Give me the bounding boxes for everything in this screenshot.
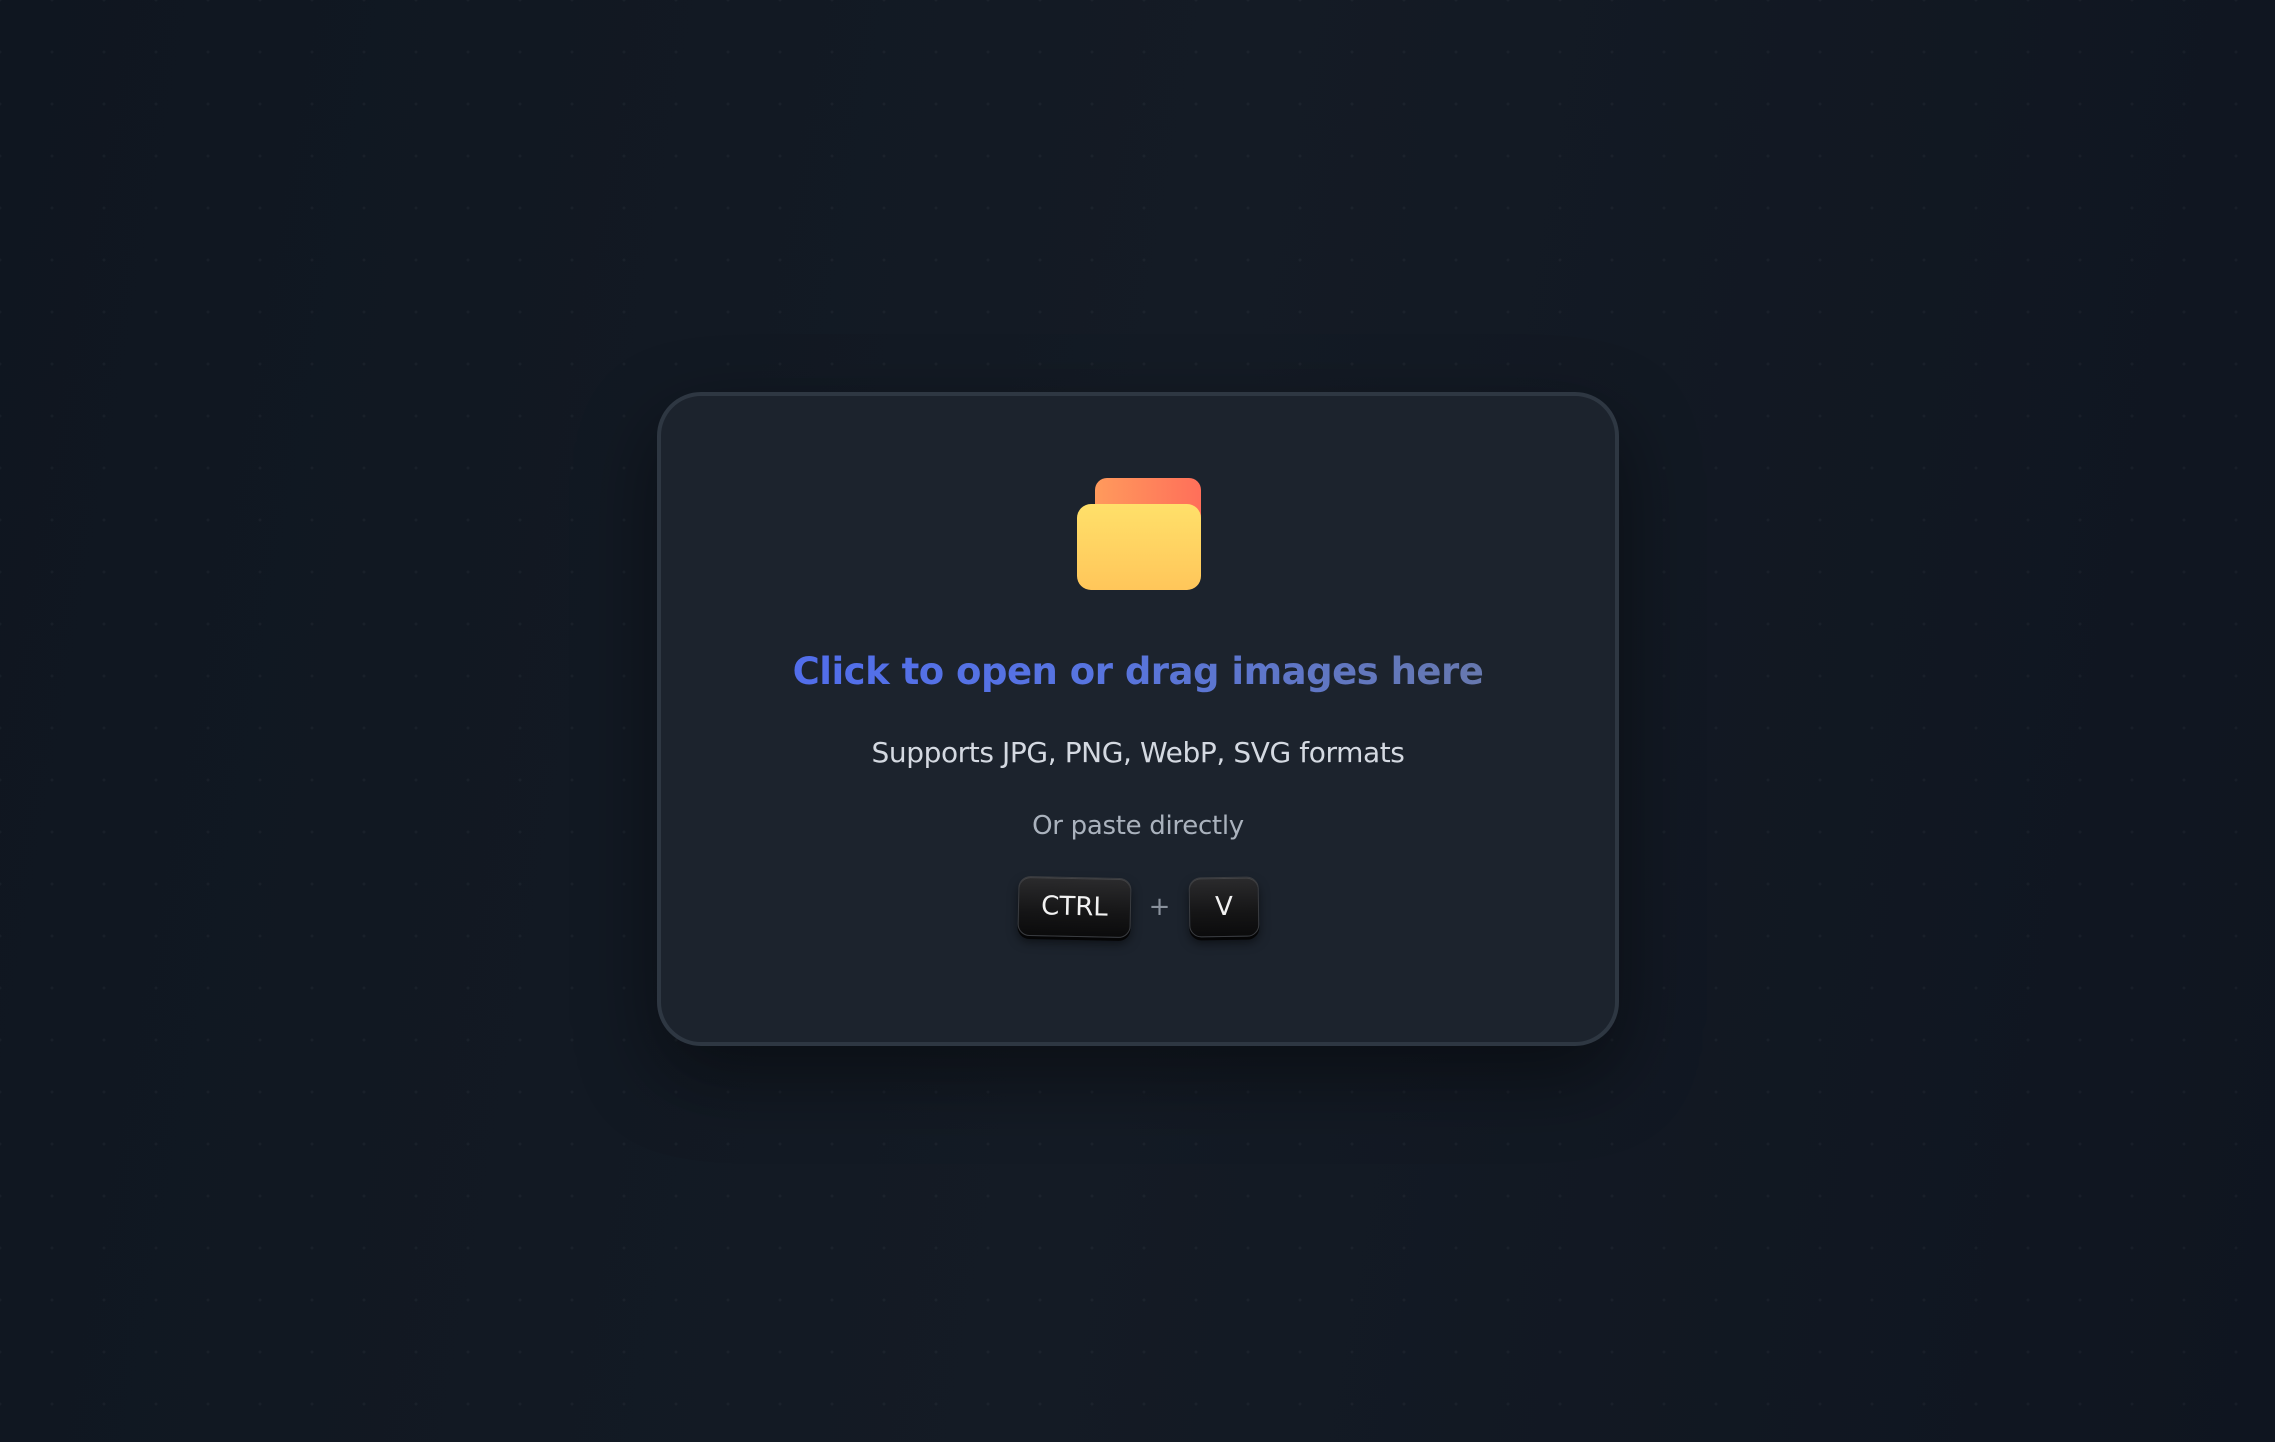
dropzone-headline[interactable]: Click to open or drag images here [661,650,1615,693]
paste-shortcut: CTRL + V [661,875,1615,939]
v-key: V [1188,876,1259,938]
folder-icon [1077,478,1203,590]
shortcut-plus: + [1148,892,1171,922]
ctrl-key: CTRL [1016,875,1132,939]
paste-hint-text: Or paste directly [1032,811,1244,841]
image-dropzone[interactable]: Click to open or drag images here Suppor… [657,392,1619,1046]
supported-formats-text: Supports JPG, PNG, WebP, SVG formats [871,736,1405,769]
